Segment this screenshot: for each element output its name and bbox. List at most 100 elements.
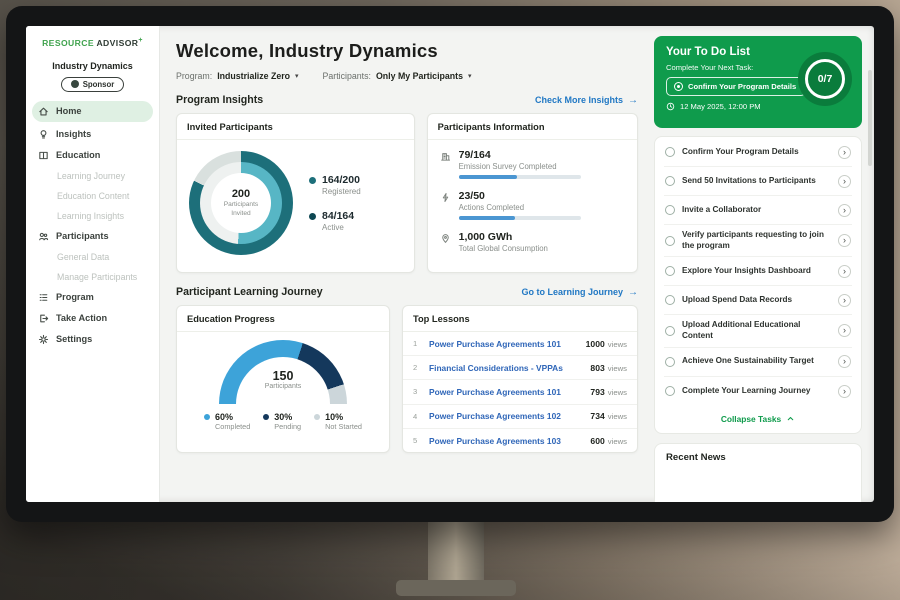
task-checkbox[interactable] [665, 295, 675, 305]
chevron-right-icon[interactable]: › [838, 265, 851, 278]
card-title: Participants Information [428, 114, 637, 140]
lesson-link[interactable]: Financial Considerations - VPPAs [429, 363, 582, 373]
gauge-center: 150 Participants [219, 369, 347, 390]
chevron-right-icon[interactable]: › [838, 385, 851, 398]
task-label: Invite a Collaborator [682, 205, 831, 216]
stat-value: 1,000 GWh [459, 231, 548, 243]
lesson-link[interactable]: Power Purchase Agreements 101 [429, 339, 578, 349]
main-content: Welcome, Industry Dynamics Program: Indu… [160, 26, 652, 502]
lesson-link[interactable]: Power Purchase Agreements 102 [429, 411, 582, 421]
progress-bar [459, 175, 581, 179]
participants-dropdown[interactable]: Participants: Only My Participants ▾ [323, 71, 472, 81]
task-label: Send 50 Invitations to Participants [682, 176, 831, 187]
check-more-insights-link[interactable]: Check More Insights → [535, 95, 638, 106]
lesson-row: 4 Power Purchase Agreements 102 734views [403, 405, 637, 429]
brand-secondary: ADVISOR [96, 38, 138, 48]
task-checkbox[interactable] [665, 236, 675, 246]
stat-emission-survey: 79/164 Emission Survey Completed [440, 149, 625, 179]
sidebar-item-label: General Data [57, 252, 109, 262]
legend-dot [263, 414, 269, 420]
card-title: Education Progress [177, 306, 389, 332]
scrollbar[interactable] [868, 70, 872, 166]
sidebar-item-education[interactable]: Education [26, 145, 159, 166]
sidebar-item-program[interactable]: Program [26, 287, 159, 308]
legend-item-active: 84/164 Active [309, 210, 361, 232]
legend-label: Completed [215, 422, 250, 431]
chevron-right-icon[interactable]: › [838, 234, 851, 247]
progress-fill [459, 216, 515, 220]
chevron-right-icon[interactable]: › [838, 204, 851, 217]
task-checkbox[interactable] [665, 266, 675, 276]
education-gauge-chart: 150 Participants [219, 340, 347, 404]
task-row[interactable]: Invite a Collaborator › [664, 196, 852, 225]
brand-plus: + [138, 37, 143, 44]
legend-dot [314, 414, 320, 420]
home-icon [38, 106, 49, 117]
program-filter-label: Program: [176, 71, 212, 81]
sidebar-item-education-content[interactable]: Education Content [26, 186, 159, 206]
sidebar-item-settings[interactable]: Settings [26, 329, 159, 350]
dashboard-screen: RESOURCE ADVISOR+ Industry Dynamics Spon… [26, 26, 874, 502]
photo-background: RESOURCE ADVISOR+ Industry Dynamics Spon… [0, 0, 900, 600]
participants-filter-label: Participants: [323, 71, 371, 81]
lesson-rank: 4 [413, 412, 421, 421]
chevron-right-icon[interactable]: › [838, 355, 851, 368]
legend-label: Pending [274, 422, 301, 431]
sidebar-item-home[interactable]: Home [32, 101, 153, 122]
section-title: Participant Learning Journey [176, 286, 323, 298]
task-row[interactable]: Complete Your Learning Journey › [664, 377, 852, 406]
task-checkbox[interactable] [665, 147, 675, 157]
task-row[interactable]: Upload Additional Educational Content › [664, 315, 852, 347]
task-checkbox[interactable] [665, 205, 675, 215]
book-icon [38, 150, 49, 161]
sidebar-item-manage-participants[interactable]: Manage Participants [26, 267, 159, 287]
sponsor-badge[interactable]: Sponsor [61, 77, 125, 92]
task-checkbox[interactable] [665, 357, 675, 367]
learning-journey-header: Participant Learning Journey Go to Learn… [176, 286, 638, 298]
task-checkbox[interactable] [665, 386, 675, 396]
chevron-right-icon[interactable]: › [838, 324, 851, 337]
next-task-pill[interactable]: Confirm Your Program Details [666, 77, 806, 96]
sidebar-item-learning-journey[interactable]: Learning Journey [26, 166, 159, 186]
brand-primary: RESOURCE [42, 38, 94, 48]
take-action-icon [38, 313, 49, 324]
legend-item-registered: 164/200 Registered [309, 174, 361, 196]
task-row[interactable]: Explore Your Insights Dashboard › [664, 257, 852, 286]
program-dropdown[interactable]: Program: Industrialize Zero ▾ [176, 71, 299, 81]
collapse-tasks-link[interactable]: Collapse Tasks [664, 406, 852, 433]
sidebar-item-participants[interactable]: Participants [26, 226, 159, 247]
go-to-learning-journey-link[interactable]: Go to Learning Journey → [521, 287, 638, 298]
gauge-center-label: Participants [219, 383, 347, 390]
education-progress-card: Education Progress 150 Participants [176, 305, 390, 453]
chevron-right-icon[interactable]: › [838, 175, 851, 188]
lesson-rank: 3 [413, 387, 421, 396]
task-checkbox[interactable] [665, 326, 675, 336]
task-row[interactable]: Achieve One Sustainability Target › [664, 348, 852, 377]
chevron-right-icon[interactable]: › [838, 294, 851, 307]
lesson-link[interactable]: Power Purchase Agreements 101 [429, 387, 582, 397]
lesson-link[interactable]: Power Purchase Agreements 103 [429, 436, 582, 446]
sidebar-item-take-action[interactable]: Take Action [26, 308, 159, 329]
task-row[interactable]: Upload Spend Data Records › [664, 286, 852, 315]
sponsor-icon [71, 80, 79, 88]
tasks-card: Confirm Your Program Details › Send 50 I… [654, 136, 862, 434]
sidebar-item-learning-insights[interactable]: Learning Insights [26, 206, 159, 226]
stat-label: Total Global Consumption [459, 244, 548, 253]
participants-filter-value: Only My Participants [376, 71, 463, 81]
sidebar-item-label: Program [56, 292, 94, 302]
task-row[interactable]: Confirm Your Program Details › [664, 138, 852, 167]
sidebar-item-label: Learning Journey [57, 171, 125, 181]
legend-item-not-started: 10% Not Started [314, 412, 362, 431]
section-title: Program Insights [176, 94, 263, 106]
task-row[interactable]: Send 50 Invitations to Participants › [664, 167, 852, 196]
sidebar-item-general-data[interactable]: General Data [26, 247, 159, 267]
chevron-right-icon[interactable]: › [838, 146, 851, 159]
sidebar-item-insights[interactable]: Insights [26, 124, 159, 145]
chevron-down-icon: ▾ [295, 72, 299, 80]
task-checkbox[interactable] [665, 176, 675, 186]
people-icon [38, 231, 49, 242]
lesson-views: 793views [590, 387, 627, 397]
legend-label: Registered [322, 187, 361, 196]
todo-column: Your To Do List Complete Your Next Task:… [652, 26, 874, 502]
task-row[interactable]: Verify participants requesting to join t… [664, 225, 852, 257]
